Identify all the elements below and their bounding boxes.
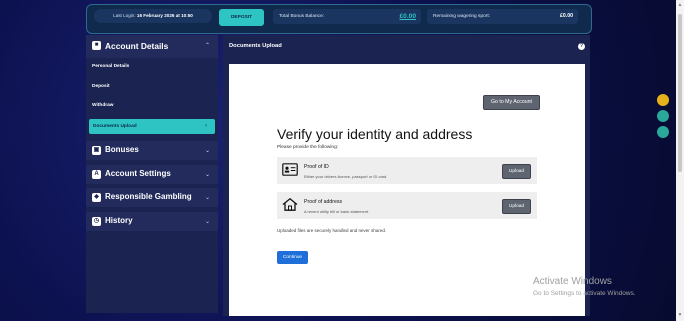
id-card-icon [282, 163, 298, 176]
sidebar-item-personal-details[interactable]: Personal Details [92, 61, 129, 73]
activate-windows-subtitle: Go to Settings to activate Windows. [533, 290, 636, 297]
wagering-box: Remaining wagering sport: £0.00 [427, 9, 578, 24]
mobile-icon[interactable] [657, 126, 669, 138]
section-title: History [105, 216, 133, 225]
last-login-label: Last Login: [113, 13, 136, 18]
scrollbar-thumb[interactable] [678, 14, 682, 172]
sidebar-section-bonuses[interactable]: ▣ Bonuses ⌄ [86, 141, 218, 160]
section-title: Bonuses [105, 145, 139, 154]
proof-of-id-desc: Either your drivers licence, passport or… [304, 174, 388, 179]
help-icon[interactable]: ? [578, 43, 585, 50]
verify-title: Verify your identity and address [277, 126, 473, 142]
continue-button[interactable]: Continue [277, 251, 308, 264]
last-login-pill: Last Login: 16 February 2026 at 10:50 [94, 9, 212, 23]
sidebar-section-account-details[interactable]: ■ Account Details ⌃ [86, 35, 218, 58]
sidebar-item-deposit[interactable]: Deposit [92, 81, 110, 93]
sidebar-item-documents-upload[interactable]: Documents Upload › [89, 119, 215, 134]
upload-id-button[interactable]: Upload [502, 164, 531, 179]
home-icon [282, 198, 298, 211]
chevron-down-icon: ⌄ [204, 219, 210, 225]
wagering-value: £0.00 [560, 13, 573, 19]
security-note: Uploaded files are securely handled and … [277, 228, 387, 233]
sidebar-section-account-settings[interactable]: A Account Settings ⌄ [86, 165, 218, 184]
proof-of-address-heading: Proof of address [304, 199, 343, 205]
sidebar-section-history[interactable]: ◷ History ⌄ [86, 212, 218, 231]
go-to-my-account-button[interactable]: Go to My Account [483, 95, 540, 110]
proof-of-id-heading: Proof of ID [304, 164, 329, 170]
bonus-balance-label: Total Bonus Balance: [279, 14, 325, 19]
section-title: Account Settings [105, 169, 171, 178]
proof-of-address-desc: A recent utility bill or bank statement. [304, 209, 370, 214]
shield-icon: ◆ [92, 193, 101, 202]
account-details-title: Account Details [105, 41, 169, 51]
location-icon[interactable] [657, 110, 669, 122]
main-header: Documents Upload ? [223, 35, 590, 58]
scroll-up-icon[interactable]: ▲ [677, 2, 683, 8]
last-login-value: 16 February 2026 at 10:50 [136, 13, 193, 18]
proof-of-address-row: Proof of address A recent utility bill o… [277, 192, 537, 219]
scroll-down-icon[interactable]: ▼ [677, 312, 683, 318]
sidebar-item-withdraw[interactable]: Withdraw [92, 100, 114, 112]
bonus-balance-value[interactable]: £0.00 [399, 9, 416, 24]
chat-icon[interactable] [657, 94, 669, 106]
user-icon: ■ [92, 41, 101, 50]
chevron-down-icon: ⌄ [204, 148, 210, 154]
sidebar-section-responsible-gambling[interactable]: ◆ Responsible Gambling ⌄ [86, 188, 218, 207]
settings-icon: A [92, 170, 101, 179]
verify-subtitle: Please provide the following: [277, 145, 339, 150]
bonus-balance-box: Total Bonus Balance: £0.00 [273, 9, 421, 24]
proof-of-id-row: Proof of ID Either your drivers licence,… [277, 157, 537, 184]
chevron-down-icon: ⌄ [204, 172, 210, 178]
chevron-right-icon: › [205, 123, 207, 129]
activate-windows-title: Activate Windows [533, 276, 612, 287]
page-title: Documents Upload [229, 43, 282, 49]
bonus-icon: ▣ [92, 146, 101, 155]
history-icon: ◷ [92, 217, 101, 226]
section-title: Responsible Gambling [105, 192, 192, 201]
chevron-up-icon: ⌃ [204, 43, 210, 49]
deposit-button[interactable]: DEPOSIT [219, 9, 264, 26]
chevron-down-icon: ⌄ [204, 195, 210, 201]
sidebar-item-label: Documents Upload [93, 124, 137, 129]
upload-address-button[interactable]: Upload [502, 199, 531, 214]
wagering-label: Remaining wagering sport: [433, 14, 491, 19]
